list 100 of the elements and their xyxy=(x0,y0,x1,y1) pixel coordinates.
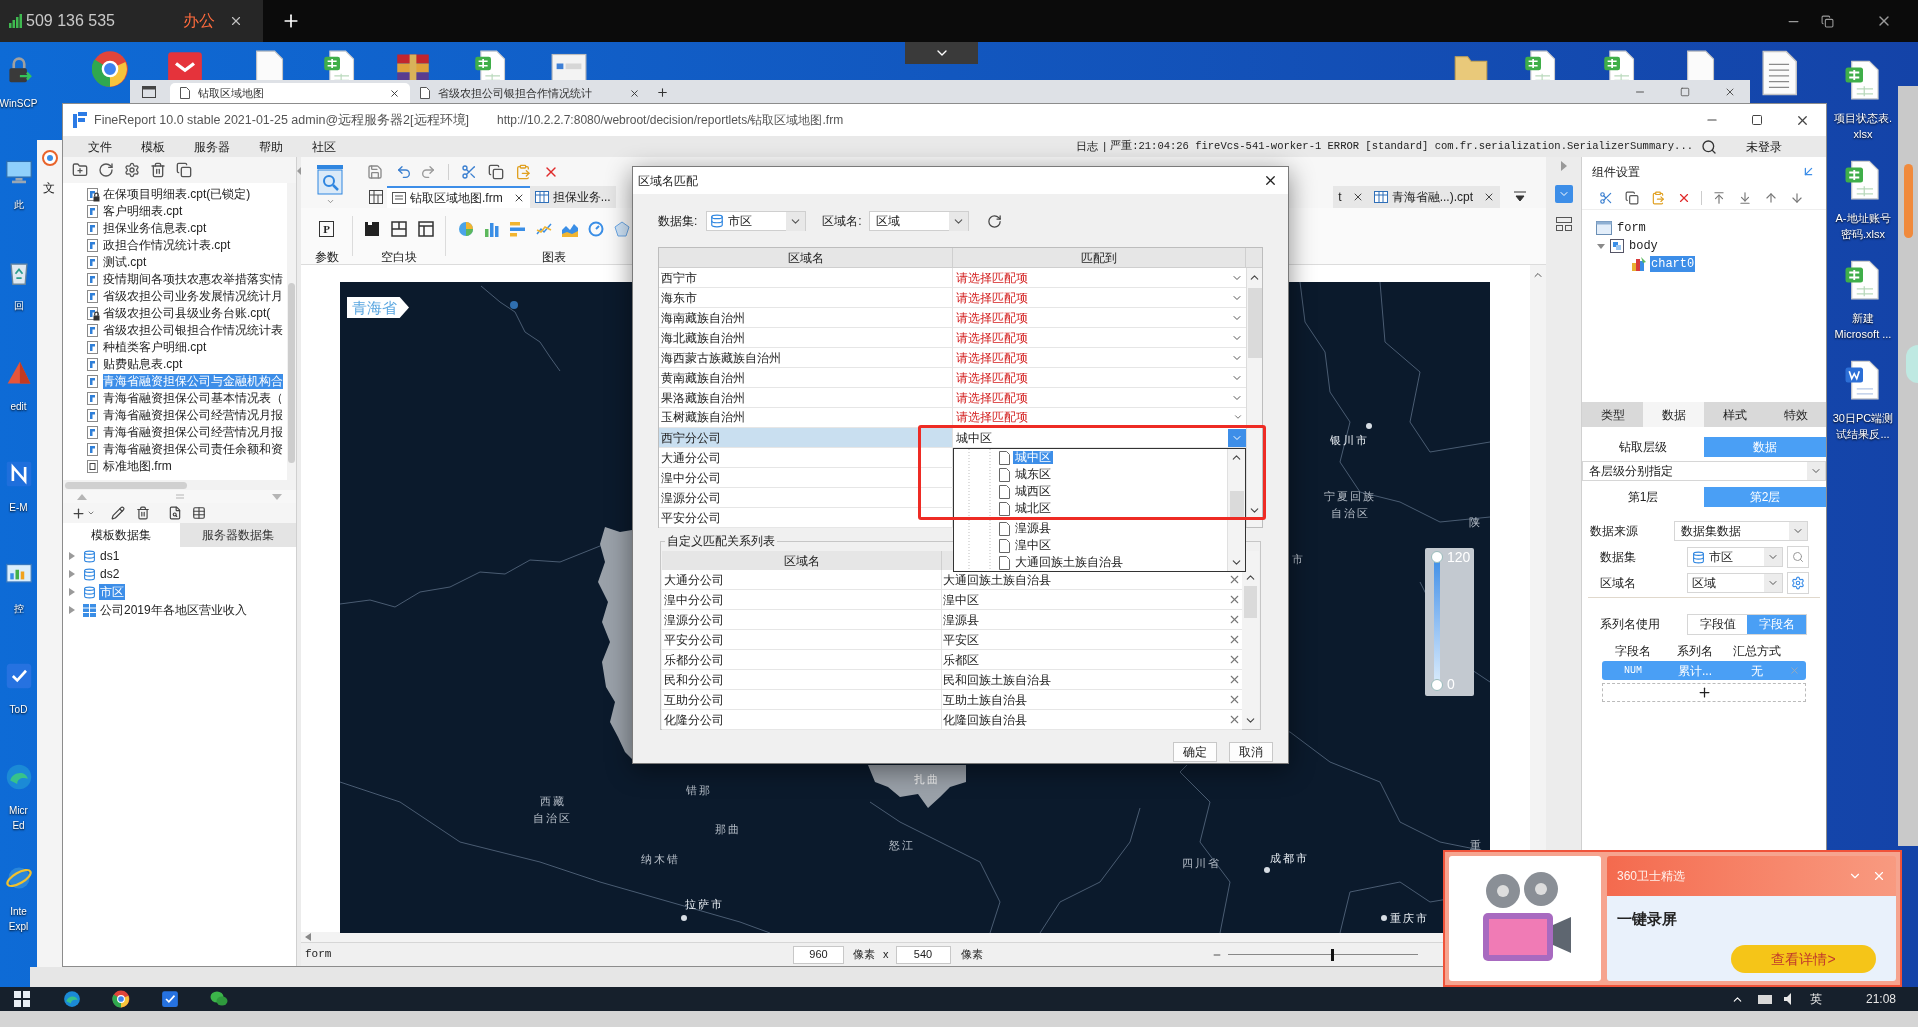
table-row[interactable]: 西宁市 请选择匹配项 xyxy=(659,268,1246,288)
desktop-icon-label[interactable]: 此 xyxy=(13,197,24,212)
browser-tab[interactable]: 钻取区域地图 xyxy=(170,83,410,103)
checklist-icon[interactable] xyxy=(4,662,33,690)
clock-time[interactable]: 21:08 xyxy=(1865,990,1896,1008)
maximize-icon[interactable] xyxy=(1751,114,1763,126)
close-icon[interactable] xyxy=(389,87,400,99)
menu-item[interactable]: 文 xyxy=(43,179,55,197)
redo-icon[interactable] xyxy=(420,163,436,180)
plus-icon[interactable] xyxy=(1696,685,1712,700)
document-tab[interactable]: 担保业务... xyxy=(529,186,616,208)
add-icon[interactable] xyxy=(71,505,86,521)
dropdown-option[interactable]: 城西区 xyxy=(1013,485,1053,498)
panel-tab[interactable]: 类型 xyxy=(1582,402,1643,427)
mode-select[interactable]: 各层级分别指定 xyxy=(1582,461,1826,481)
caret-icon[interactable] xyxy=(87,509,95,517)
close-icon[interactable] xyxy=(1483,191,1495,203)
search-icon[interactable] xyxy=(1701,138,1717,155)
chat-icon[interactable] xyxy=(210,990,228,1008)
trash-icon[interactable] xyxy=(150,162,166,178)
new-folder-icon[interactable] xyxy=(72,162,88,178)
app-tile-icon[interactable] xyxy=(4,460,33,488)
copy-icon[interactable] xyxy=(176,162,192,178)
expand-icon[interactable] xyxy=(69,570,75,578)
parameter-icon[interactable]: P xyxy=(319,221,334,237)
panel-tab[interactable]: 数据 xyxy=(1643,402,1704,427)
grid-icon[interactable] xyxy=(369,190,383,204)
dataset-item[interactable]: ds2 xyxy=(99,566,121,582)
text-file-icon[interactable] xyxy=(1761,50,1797,96)
tree-item[interactable]: body xyxy=(1628,238,1659,254)
dataset-item[interactable]: 公司2019年各地区营业收入 xyxy=(99,602,248,618)
caret-icon[interactable] xyxy=(325,197,335,206)
menu-item[interactable]: 服务器 xyxy=(194,139,230,154)
desktop-icon-label[interactable]: 控 xyxy=(13,601,24,616)
refresh-icon[interactable] xyxy=(986,213,1002,229)
input-method[interactable]: 英 xyxy=(1809,990,1822,1008)
expand-icon[interactable] xyxy=(69,588,75,596)
cut-icon[interactable] xyxy=(1599,190,1613,205)
add-field-button[interactable] xyxy=(1602,683,1806,702)
layout-icon[interactable] xyxy=(1555,217,1572,231)
browser-icon[interactable] xyxy=(63,990,81,1008)
template-item[interactable]: 省级农担公司银担合作情况统计表 xyxy=(103,323,283,338)
remove-icon[interactable] xyxy=(1228,593,1241,606)
table-layout-icon[interactable] xyxy=(418,221,434,237)
close-icon[interactable] xyxy=(1263,173,1278,188)
area-chart-icon[interactable] xyxy=(562,221,578,237)
block-icon[interactable] xyxy=(364,221,380,237)
app-logo-icon[interactable] xyxy=(41,150,58,166)
dialog-button[interactable]: 取消 xyxy=(1229,742,1273,762)
app-tile-icon[interactable] xyxy=(167,50,203,80)
template-item[interactable]: 贴费贴息表.cpt xyxy=(103,357,183,372)
dropdown-option[interactable]: 城东区 xyxy=(1013,468,1053,481)
panel-tab[interactable]: 样式 xyxy=(1704,402,1765,427)
table-icon[interactable] xyxy=(192,506,206,520)
restore-icon[interactable] xyxy=(1821,14,1834,28)
desktop-icon-label[interactable]: edit xyxy=(10,399,27,414)
table-row[interactable]: 果洛藏族自治州 请选择匹配项 xyxy=(659,388,1246,408)
pie-chart-icon[interactable] xyxy=(458,221,474,237)
tree-item[interactable]: form xyxy=(1616,220,1647,236)
table-row[interactable]: 海南藏族自治州 请选择匹配项 xyxy=(659,308,1246,328)
scrollbar-thumb[interactable] xyxy=(1903,164,1913,238)
area-field-select[interactable]: 区域 xyxy=(868,211,969,231)
edit-icon[interactable] xyxy=(111,506,125,520)
table-row[interactable]: 西宁分公司 城中区 xyxy=(659,428,1246,448)
table-row[interactable]: 海北藏族自治州 请选择匹配项 xyxy=(659,328,1246,348)
template-item[interactable]: 担保业务信息表.cpt xyxy=(103,221,207,236)
new-tab-icon[interactable] xyxy=(656,86,669,99)
grip-icon[interactable] xyxy=(175,494,184,499)
desktop-icon-label[interactable]: 30日PC端测 试结果反... xyxy=(1832,410,1894,442)
height-input[interactable]: 540 xyxy=(895,945,951,964)
dropdown-option[interactable]: 大通回族土族自治县 xyxy=(1013,556,1125,569)
range-handle[interactable] xyxy=(1431,551,1443,563)
source-select[interactable]: 数据集数据 xyxy=(1674,521,1808,541)
trash-icon[interactable] xyxy=(136,506,150,520)
desktop-icon-label[interactable]: E-M xyxy=(9,500,28,515)
expand-right-icon[interactable] xyxy=(1560,161,1567,171)
menu-item[interactable]: 文件 xyxy=(88,139,112,154)
move-up-icon[interactable] xyxy=(1764,190,1778,205)
desktop-icon-label[interactable]: ToD xyxy=(9,702,28,717)
document-tab[interactable]: 青海省融...).cpt xyxy=(1368,186,1500,208)
dataset-select[interactable]: 市区 xyxy=(1687,547,1783,567)
remove-icon[interactable] xyxy=(1228,633,1241,646)
bar-chart-icon[interactable] xyxy=(510,221,526,237)
remove-icon[interactable] xyxy=(1228,573,1241,586)
remove-icon[interactable] xyxy=(1228,653,1241,666)
line-chart-icon[interactable] xyxy=(536,221,552,237)
undo-icon[interactable] xyxy=(396,163,412,180)
match-select[interactable]: 城中区 xyxy=(953,428,1246,447)
table-row[interactable]: 黄南藏族自治州 请选择匹配项 xyxy=(659,368,1246,388)
zoom-slider-thumb[interactable] xyxy=(1331,948,1334,961)
remove-icon[interactable] xyxy=(1228,693,1241,706)
zoom-slider-track[interactable] xyxy=(1227,948,1418,961)
remove-icon[interactable] xyxy=(1228,613,1241,626)
menu-item[interactable]: 社区 xyxy=(312,139,336,154)
scrollbar-thumb[interactable] xyxy=(65,481,187,489)
tab-list-icon[interactable] xyxy=(142,86,156,98)
template-item[interactable]: 省级农担公司县级业务台账.cpt( xyxy=(103,306,271,321)
dataset-item[interactable]: ds1 xyxy=(99,548,121,564)
refresh-icon[interactable] xyxy=(98,162,114,178)
log-button[interactable]: 日志 xyxy=(1076,138,1099,155)
